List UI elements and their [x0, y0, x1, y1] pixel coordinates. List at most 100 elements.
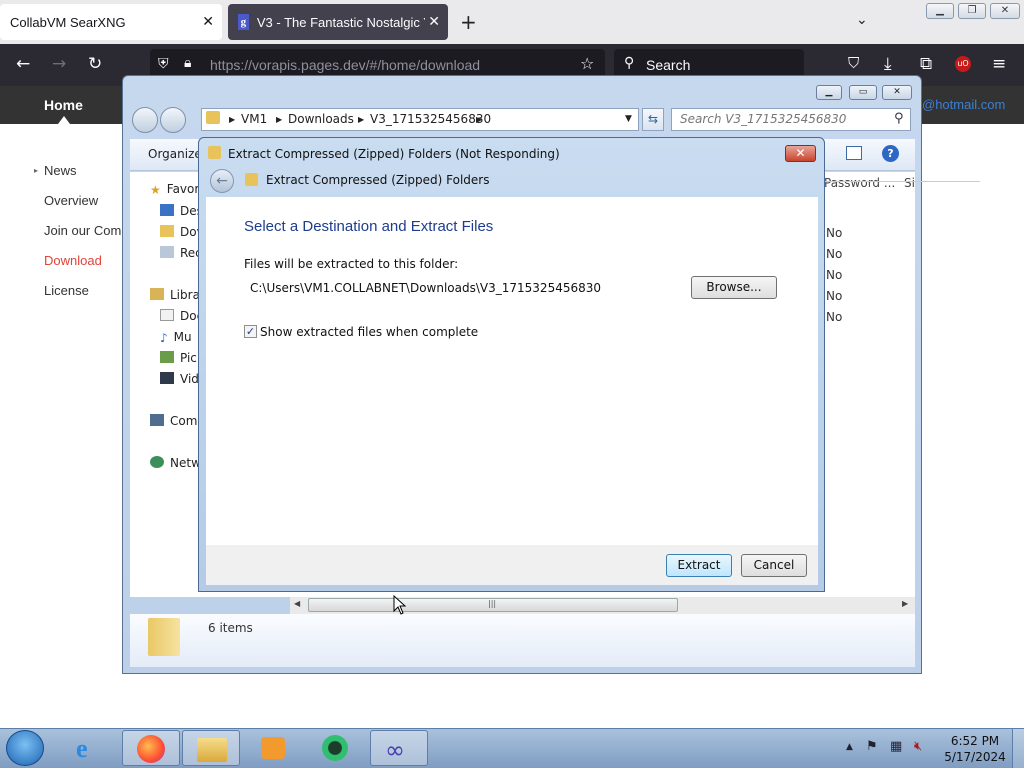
bookmark-star-icon[interactable]: ☆: [580, 54, 594, 73]
back-icon[interactable]: ←: [16, 54, 30, 74]
explorer-back-button[interactable]: [132, 107, 158, 133]
extract-button[interactable]: Extract: [666, 554, 732, 577]
nav-computer[interactable]: Com: [150, 414, 197, 428]
close-icon[interactable]: ✕: [425, 13, 440, 30]
browse-button[interactable]: Browse...: [691, 276, 777, 299]
menu-icon[interactable]: ≡: [992, 54, 1006, 74]
pocket-icon[interactable]: ⛉: [848, 54, 859, 72]
network-tray-icon[interactable]: ▦: [890, 739, 902, 754]
nav-download[interactable]: Download: [44, 253, 102, 268]
tab-v3-active[interactable]: g V3 - The Fantastic Nostalgic Yo ✕: [228, 4, 448, 40]
firefox-icon[interactable]: [122, 730, 180, 766]
nav-join[interactable]: Join our Comm: [44, 223, 132, 238]
destination-path: C:\Users\VM1.COLLABNET\Downloads\V3_1715…: [250, 281, 602, 295]
media-player-icon[interactable]: [244, 730, 302, 766]
zip-folder-icon: [148, 618, 180, 656]
home-link[interactable]: Home: [44, 97, 83, 113]
scroll-left-icon[interactable]: ◀: [294, 599, 300, 608]
show-files-checkbox[interactable]: ✓: [244, 325, 257, 338]
help-icon[interactable]: ?: [882, 145, 899, 162]
destination-label: Files will be extracted to this folder:: [244, 257, 459, 271]
explorer-close-button[interactable]: ✕: [882, 85, 912, 100]
computer-icon: [150, 414, 164, 426]
lock-icon[interactable]: 🔒︎: [184, 55, 191, 71]
chevron-right-icon: ▶: [229, 115, 236, 124]
breadcrumb-folder[interactable]: V3_1715325456830: [370, 112, 491, 126]
reload-icon[interactable]: ↻: [88, 54, 102, 74]
tab-collabvm-searxng[interactable]: CollabVM SearXNG ✕: [0, 4, 222, 40]
preview-pane-icon[interactable]: [846, 146, 862, 160]
nav-license[interactable]: License: [44, 283, 89, 298]
nav-overview[interactable]: Overview: [44, 193, 98, 208]
search-icon: ⚲: [624, 55, 635, 71]
refresh-icon[interactable]: ⇆: [642, 108, 664, 131]
column-header-password[interactable]: Password ...: [824, 176, 895, 190]
cell-password: No: [826, 310, 843, 324]
nav-libraries[interactable]: Libra: [150, 288, 200, 302]
nav-favorites[interactable]: ★ Favor: [150, 182, 199, 197]
search-icon[interactable]: ⚲: [894, 111, 904, 126]
breadcrumb-downloads[interactable]: Downloads: [288, 112, 354, 126]
cell-password: No: [826, 289, 843, 303]
desktop-icon: [160, 204, 174, 216]
nav-news[interactable]: News: [44, 163, 77, 178]
show-desktop-button[interactable]: [1012, 729, 1024, 768]
nav-videos[interactable]: Vid: [160, 372, 199, 386]
videos-icon: [160, 372, 174, 384]
header-divider: [825, 181, 980, 182]
dialog-close-button[interactable]: ✕: [785, 145, 816, 162]
nav-recent[interactable]: Rec: [160, 246, 202, 260]
explorer-forward-button[interactable]: [160, 107, 186, 133]
explorer-maximize-button[interactable]: ▭: [849, 85, 877, 100]
new-tab-icon[interactable]: +: [460, 10, 477, 34]
windows-explorer-icon[interactable]: [182, 730, 240, 766]
nav-network[interactable]: Netw: [150, 456, 201, 470]
zip-folder-icon: [208, 146, 221, 159]
tab-label: CollabVM SearXNG: [10, 14, 126, 30]
cancel-button[interactable]: Cancel: [741, 554, 807, 577]
forward-icon[interactable]: →: [52, 54, 66, 74]
infinity-app-icon[interactable]: ∞: [370, 730, 428, 766]
close-icon[interactable]: ✕: [202, 13, 214, 30]
taskbar-clock[interactable]: 6:52 PM 5/17/2024: [940, 733, 1010, 765]
close-window-button[interactable]: ✕: [990, 3, 1020, 19]
active-caret: [58, 116, 70, 124]
explorer-minimize-button[interactable]: ▁: [816, 85, 842, 100]
zip-folder-icon: [245, 173, 258, 186]
nav-pictures[interactable]: Pic: [160, 351, 197, 365]
grip-icon: |||: [488, 599, 497, 608]
volume-muted-icon[interactable]: 🔇︎: [914, 739, 922, 754]
show-hidden-icons-icon[interactable]: ▲: [846, 742, 853, 752]
scroll-right-icon[interactable]: ▶: [902, 599, 908, 608]
list-all-tabs-icon[interactable]: ⌄: [856, 12, 868, 28]
checkbox-label[interactable]: Show extracted files when complete: [260, 325, 478, 339]
breadcrumb-vm1[interactable]: VM1: [241, 112, 267, 126]
favicon-icon: g: [238, 14, 249, 30]
wizard-back-button[interactable]: ←: [210, 169, 234, 193]
folder-icon: [206, 111, 220, 124]
extensions-icon[interactable]: ⧉: [920, 54, 932, 74]
account-email[interactable]: @hotmail.com: [922, 97, 1005, 112]
restore-button[interactable]: ❐: [958, 3, 986, 19]
green-app-icon[interactable]: [306, 730, 364, 766]
organize-button[interactable]: Organize: [148, 147, 202, 161]
chevron-down-icon[interactable]: ▼: [625, 114, 632, 124]
chevron-right-icon: ▶: [476, 115, 483, 124]
start-orb-icon[interactable]: [6, 730, 44, 766]
ublock-icon[interactable]: uO: [955, 56, 971, 72]
nav-music[interactable]: ♪ Mu: [160, 330, 192, 345]
shield-icon[interactable]: ⛨: [158, 56, 169, 72]
nav-documents[interactable]: Doc: [160, 309, 203, 323]
nav-desktop[interactable]: Des: [160, 204, 203, 218]
minimize-button[interactable]: ▁: [926, 3, 954, 19]
url-text[interactable]: https://vorapis.pages.dev/#/home/downloa…: [210, 57, 480, 73]
downloads-icon[interactable]: ⤓: [884, 54, 892, 74]
internet-explorer-icon[interactable]: e: [62, 730, 120, 766]
documents-icon: [160, 309, 174, 321]
search-placeholder[interactable]: Search: [646, 57, 690, 73]
pictures-icon: [160, 351, 174, 363]
item-count: 6 items: [208, 621, 253, 635]
action-center-flag-icon[interactable]: ⚑: [866, 739, 878, 754]
wizard-subtitle: Extract Compressed (Zipped) Folders: [266, 173, 490, 187]
column-header-size[interactable]: Si: [904, 176, 915, 190]
